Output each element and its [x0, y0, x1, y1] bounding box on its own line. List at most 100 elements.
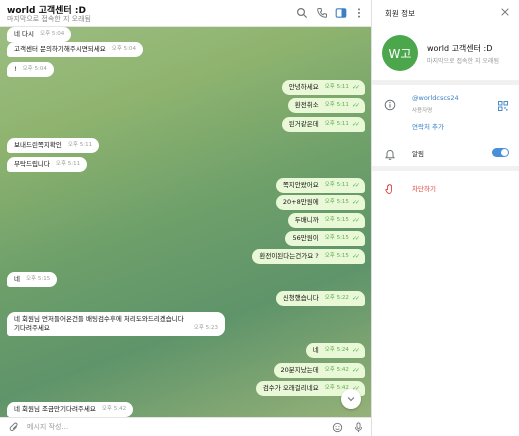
message-text: 고객센터 문의하기해주시면되세요 — [14, 45, 106, 53]
message-time: 오후 5:15 — [25, 276, 51, 282]
message-text: 보내드린쪽지확인 — [14, 141, 62, 149]
bell-icon — [384, 146, 396, 160]
message-bubble[interactable]: 56만원이 오후 5:15 ✓✓ — [285, 231, 365, 246]
attach-icon[interactable] — [8, 421, 20, 433]
read-check-icon: ✓✓ — [351, 199, 360, 206]
notifications-label: 알림 — [412, 150, 424, 158]
message-time: 오후 5:42 — [324, 367, 349, 373]
telegram-window: world 고객센터 :D 마지막으로 접속한 지 오래됨 네 다시오후 5:0… — [0, 0, 519, 436]
read-check-icon: ✓✓ — [351, 253, 360, 260]
message-time: 오후 5:15 — [324, 253, 349, 259]
message-time: 오후 5:04 — [22, 66, 47, 72]
profile-name: world 고객센터 :D — [427, 44, 493, 53]
message-bubble[interactable]: 20+8만원에 오후 5:15 ✓✓ — [275, 195, 365, 210]
message-text: 네 회원님 조금만기다려주세요 — [14, 405, 96, 413]
message-time: 오후 5:24 — [324, 347, 349, 353]
read-check-icon: ✓✓ — [351, 235, 360, 242]
chat-panel: world 고객센터 :D 마지막으로 접속한 지 오래됨 네 다시오후 5:0… — [0, 0, 371, 436]
scroll-down-button[interactable] — [341, 389, 361, 409]
message-time: 오후 5:04 — [111, 46, 137, 52]
message-bubble[interactable]: 네 회원님 조금만기다려주세요 오후 5:42 — [7, 402, 134, 417]
message-bubble[interactable]: 쪽지안왔어요 오후 5:11 ✓✓ — [275, 178, 365, 193]
message-time: 오후 5:15 — [324, 217, 349, 223]
message-text: 부탁드립니다 — [14, 160, 50, 168]
message-time: 오후 5:11 — [55, 161, 81, 167]
message-text: 56만원이 — [292, 234, 319, 242]
qr-code-icon[interactable] — [498, 96, 508, 111]
message-bubble[interactable]: 두배니까 오후 5:15 ✓✓ — [287, 213, 365, 228]
message-bubble[interactable]: 환전이된다는건가요 ? 오후 5:15 ✓✓ — [252, 249, 365, 264]
username-link[interactable]: @worldcscs24 — [412, 94, 459, 102]
message-time: 오후 5:22 — [324, 295, 349, 301]
message-bubble[interactable]: 네 오후 5:24 ✓✓ — [305, 343, 365, 358]
chat-header[interactable]: world 고객센터 :D 마지막으로 접속한 지 오래됨 — [0, 0, 371, 27]
message-composer — [0, 417, 371, 436]
read-check-icon: ✓✓ — [351, 84, 360, 91]
message-time: 오후 5:04 — [40, 31, 65, 37]
phone-icon[interactable] — [315, 6, 329, 20]
message-time: 오후 5:15 — [324, 199, 349, 205]
message-time: 오후 5:42 — [101, 406, 127, 412]
message-bubble[interactable]: 부탁드립니다 오후 5:11 — [7, 157, 88, 172]
message-text: 환전이된다는건가요 ? — [259, 252, 319, 260]
message-bubble[interactable]: 네 다시 오후 5:04 — [7, 27, 72, 42]
user-info-panel: 회원 정보 W고 world 고객센터 :D 마지막으로 접속한 지 오래됨 @… — [371, 0, 519, 436]
message-bubble[interactable]: 20분지났는데 오후 5:42 ✓✓ — [273, 363, 365, 378]
notifications-toggle[interactable] — [492, 148, 509, 157]
message-text: 두배니까 — [294, 216, 319, 224]
profile-status: 마지막으로 접속한 지 오래됨 — [427, 58, 499, 65]
read-check-icon: ✓✓ — [351, 295, 360, 302]
message-time: 오후 5:11 — [324, 84, 349, 90]
block-user-button[interactable]: 차단하기 — [412, 183, 436, 193]
message-text: 기다려주세요 — [14, 324, 50, 332]
message-text: 네 — [14, 275, 20, 283]
message-bubble[interactable]: 네 오후 5:15 — [7, 272, 58, 287]
section-divider — [372, 80, 519, 85]
block-hand-icon — [384, 180, 396, 194]
message-time: 오후 5:11 — [324, 102, 349, 108]
chevron-down-icon — [347, 397, 355, 402]
emoji-icon[interactable] — [331, 421, 343, 433]
message-text: ! — [14, 65, 17, 73]
message-bubble[interactable]: 네 회원님 먼저들어온건들 배팅검수후에 처리도와드리겠습니다 기다려주세요 오… — [7, 312, 225, 336]
message-time: 오후 5:11 — [324, 121, 349, 127]
add-contact-button[interactable]: 연락처 추가 — [412, 121, 444, 131]
message-text: 네 다시 — [14, 30, 35, 38]
read-check-icon: ✓✓ — [351, 182, 360, 189]
message-bubble[interactable]: 보내드린쪽지확인 오후 5:11 — [7, 138, 100, 153]
search-icon[interactable] — [295, 6, 309, 20]
message-bubble[interactable]: 고객센터 문의하기해주시면되세요 오후 5:04 — [7, 42, 144, 57]
message-text: 20분지났는데 — [280, 366, 319, 374]
mic-icon[interactable] — [352, 421, 364, 433]
message-bubble[interactable]: 신청했습니다 오후 5:22 ✓✓ — [275, 291, 365, 306]
info-icon — [384, 96, 396, 111]
message-text: 검수가 오래걸리네요 — [262, 384, 319, 392]
message-time: 오후 5:11 — [67, 142, 93, 148]
more-icon[interactable] — [352, 6, 366, 20]
close-icon[interactable] — [499, 6, 511, 18]
read-check-icon: ✓✓ — [351, 217, 360, 224]
message-bubble[interactable]: ! 오후 5:04 — [7, 62, 54, 77]
message-bubble[interactable]: 안녕하세요 오후 5:11 ✓✓ — [281, 80, 365, 95]
message-time: 오후 5:11 — [324, 182, 349, 188]
message-text: 된거같은데 — [288, 120, 319, 128]
read-check-icon: ✓✓ — [351, 347, 360, 354]
read-check-icon: ✓✓ — [351, 102, 360, 109]
message-text: 환전취소 — [294, 101, 319, 109]
section-divider — [372, 166, 519, 171]
avatar[interactable]: W고 — [382, 35, 418, 71]
sidebar-icon[interactable] — [334, 6, 348, 20]
message-text: 안녕하세요 — [288, 83, 319, 91]
message-time: 오후 5:23 — [193, 325, 218, 331]
read-check-icon: ✓✓ — [351, 367, 360, 374]
read-check-icon: ✓✓ — [351, 121, 360, 128]
message-text: 네 회원님 먼저들어온건들 배팅검수후에 처리도와드리겠습니다 — [14, 315, 184, 323]
message-bubble[interactable]: 된거같은데 오후 5:11 ✓✓ — [281, 117, 365, 132]
message-list[interactable]: 네 다시 오후 5:04 고객센터 문의하기해주시면되세요 오후 5:04 ! 오후 … — [0, 27, 371, 417]
message-input[interactable] — [27, 421, 317, 433]
message-text: 신청했습니다 — [282, 294, 319, 302]
panel-title: 회원 정보 — [385, 9, 415, 18]
chat-status: 마지막으로 접속한 지 오래됨 — [7, 15, 91, 23]
message-time: 오후 5:15 — [324, 235, 349, 241]
message-bubble[interactable]: 환전취소 오후 5:11 ✓✓ — [287, 98, 365, 113]
